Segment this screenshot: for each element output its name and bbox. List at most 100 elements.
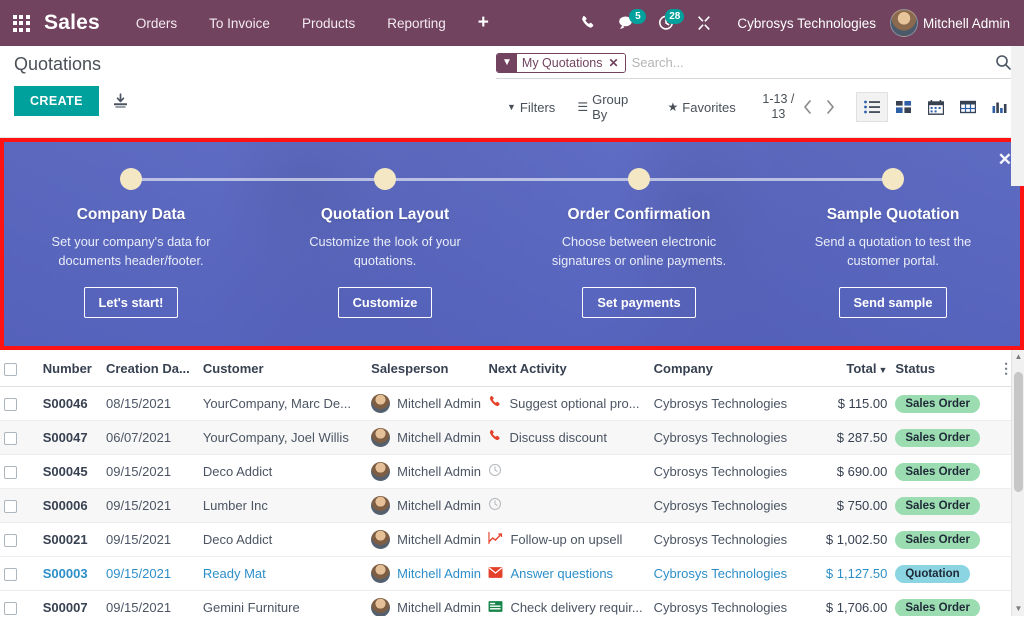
facet-remove-icon[interactable]: ✕ bbox=[608, 54, 625, 72]
onboarding-banner: ✕ Company Data Set your company's data f… bbox=[4, 142, 1020, 346]
app-brand-sales[interactable]: Sales bbox=[44, 11, 100, 35]
step-dot bbox=[628, 168, 650, 190]
step-description: Customize the look of your quotations. bbox=[285, 232, 485, 270]
row-date: 06/07/2021 bbox=[102, 421, 199, 455]
row-checkbox[interactable] bbox=[4, 466, 17, 479]
calendar-icon[interactable] bbox=[920, 92, 952, 122]
user-menu[interactable]: Mitchell Admin bbox=[890, 9, 1014, 37]
row-customer: Lumber Inc bbox=[203, 498, 268, 513]
row-customer: YourCompany, Marc De... bbox=[203, 396, 351, 411]
row-checkbox[interactable] bbox=[4, 398, 17, 411]
favorites-dropdown[interactable]: ★ Favorites bbox=[657, 96, 747, 119]
import-download-icon[interactable] bbox=[109, 90, 132, 113]
status-badge: Sales Order bbox=[895, 463, 980, 481]
nav-item-orders[interactable]: Orders bbox=[120, 2, 193, 45]
scrollbar-thumb[interactable] bbox=[1014, 372, 1023, 492]
row-salesperson: Mitchell Admin bbox=[397, 464, 481, 479]
row-checkbox[interactable] bbox=[4, 568, 17, 581]
table-row[interactable]: S00006 09/15/2021 Lumber Inc Mitchell Ad… bbox=[0, 489, 1024, 523]
column-header-customer[interactable]: Customer bbox=[199, 350, 367, 387]
document-icon bbox=[488, 600, 503, 616]
nav-item-reporting[interactable]: Reporting bbox=[371, 2, 462, 45]
create-button[interactable]: CREATE bbox=[14, 86, 99, 116]
activities-clock-icon[interactable]: 28 bbox=[647, 5, 685, 41]
apps-grid-icon[interactable] bbox=[4, 0, 38, 46]
chevron-left-icon[interactable] bbox=[796, 100, 819, 114]
row-customer: Deco Addict bbox=[203, 532, 272, 547]
kanban-icon[interactable] bbox=[888, 92, 920, 122]
row-total: $ 1,127.50 bbox=[802, 566, 888, 581]
avatar bbox=[371, 428, 390, 447]
row-salesperson: Mitchell Admin bbox=[397, 430, 481, 445]
customize-button[interactable]: Customize bbox=[338, 287, 433, 318]
column-header-salesperson[interactable]: Salesperson bbox=[367, 350, 484, 387]
row-number: S00046 bbox=[43, 396, 88, 411]
avatar bbox=[890, 9, 918, 37]
star-icon: ★ bbox=[668, 100, 679, 114]
step-title: Company Data bbox=[77, 206, 186, 224]
row-number: S00021 bbox=[43, 532, 88, 547]
nav-add-icon[interactable]: + bbox=[462, 4, 505, 42]
table-row[interactable]: S00046 08/15/2021 YourCompany, Marc De..… bbox=[0, 387, 1024, 421]
table-row[interactable]: S00021 09/15/2021 Deco Addict Mitchell A… bbox=[0, 523, 1024, 557]
email-icon bbox=[488, 566, 503, 582]
row-checkbox[interactable] bbox=[4, 500, 17, 513]
column-header-company[interactable]: Company bbox=[650, 350, 798, 387]
select-all-checkbox[interactable] bbox=[4, 363, 17, 376]
column-header-status[interactable]: Status bbox=[891, 350, 989, 387]
page-scrollbar[interactable]: ▲ ▼ bbox=[1011, 350, 1024, 616]
status-badge: Sales Order bbox=[895, 497, 980, 515]
phone-icon[interactable] bbox=[569, 5, 607, 41]
row-customer: Ready Mat bbox=[203, 566, 266, 581]
row-checkbox[interactable] bbox=[4, 534, 17, 547]
column-header-next-activity[interactable]: Next Activity bbox=[484, 350, 649, 387]
pager-count[interactable]: 1-13 / 13 bbox=[761, 92, 796, 122]
banner-close-icon[interactable]: ✕ bbox=[998, 151, 1012, 168]
scroll-down-icon[interactable]: ▼ bbox=[1012, 602, 1024, 616]
send-sample-button[interactable]: Send sample bbox=[839, 287, 948, 318]
row-checkbox[interactable] bbox=[4, 602, 17, 615]
messages-icon[interactable]: 5 bbox=[607, 5, 647, 41]
step-dot bbox=[120, 168, 142, 190]
column-header-creation-date[interactable]: Creation Da... bbox=[102, 350, 199, 387]
control-panel-right: ▼ My Quotations ✕ ▼ Filters ☰ Group By ★ bbox=[496, 52, 1016, 126]
chevron-right-icon[interactable] bbox=[819, 100, 842, 114]
table-row[interactable]: S00007 09/15/2021 Gemini Furniture Mitch… bbox=[0, 591, 1024, 617]
scroll-up-icon[interactable]: ▲ bbox=[1012, 350, 1024, 364]
phone-icon bbox=[488, 429, 502, 446]
column-header-total[interactable]: Total▼ bbox=[798, 350, 892, 387]
developer-tools-icon[interactable] bbox=[685, 5, 723, 41]
set-payments-button[interactable]: Set payments bbox=[582, 287, 695, 318]
row-activity: Answer questions bbox=[510, 566, 613, 581]
filters-dropdown[interactable]: ▼ Filters bbox=[496, 96, 566, 119]
column-header-number[interactable]: Number bbox=[39, 350, 102, 387]
search-facet-my-quotations[interactable]: ▼ My Quotations ✕ bbox=[496, 53, 626, 73]
company-switcher[interactable]: Cybrosys Technologies bbox=[723, 16, 890, 31]
status-badge: Sales Order bbox=[895, 599, 980, 617]
onboarding-step-company-data: Company Data Set your company's data for… bbox=[4, 168, 258, 346]
group-by-dropdown[interactable]: ☰ Group By bbox=[566, 88, 656, 126]
control-panel-left: Quotations CREATE bbox=[14, 54, 132, 116]
nav-item-to-invoice[interactable]: To Invoice bbox=[193, 2, 286, 45]
table-row[interactable]: S00045 09/15/2021 Deco Addict Mitchell A… bbox=[0, 455, 1024, 489]
row-customer: Deco Addict bbox=[203, 464, 272, 479]
table-row[interactable]: S00047 06/07/2021 YourCompany, Joel Will… bbox=[0, 421, 1024, 455]
row-checkbox[interactable] bbox=[4, 432, 17, 445]
control-panel-actions: CREATE bbox=[14, 86, 132, 116]
list-icon[interactable] bbox=[856, 92, 888, 122]
row-total: $ 1,706.00 bbox=[802, 600, 888, 615]
row-total: $ 115.00 bbox=[802, 396, 888, 411]
onboarding-steps: Company Data Set your company's data for… bbox=[4, 142, 1020, 346]
pivot-table-icon[interactable] bbox=[952, 92, 984, 122]
column-header-total-label: Total bbox=[846, 361, 876, 376]
search-tools: ▼ Filters ☰ Group By ★ Favorites 1-13 / … bbox=[496, 88, 1016, 126]
search-input[interactable] bbox=[626, 55, 991, 70]
row-customer: YourCompany, Joel Willis bbox=[203, 430, 349, 445]
messages-badge: 5 bbox=[629, 9, 646, 24]
table-row[interactable]: S00003 09/15/2021 Ready Mat Mitchell Adm… bbox=[0, 557, 1024, 591]
lets-start-button[interactable]: Let's start! bbox=[84, 287, 179, 318]
row-date: 09/15/2021 bbox=[102, 489, 199, 523]
line-chart-icon bbox=[488, 531, 503, 548]
nav-item-products[interactable]: Products bbox=[286, 2, 371, 45]
row-activity: Follow-up on upsell bbox=[510, 532, 622, 547]
